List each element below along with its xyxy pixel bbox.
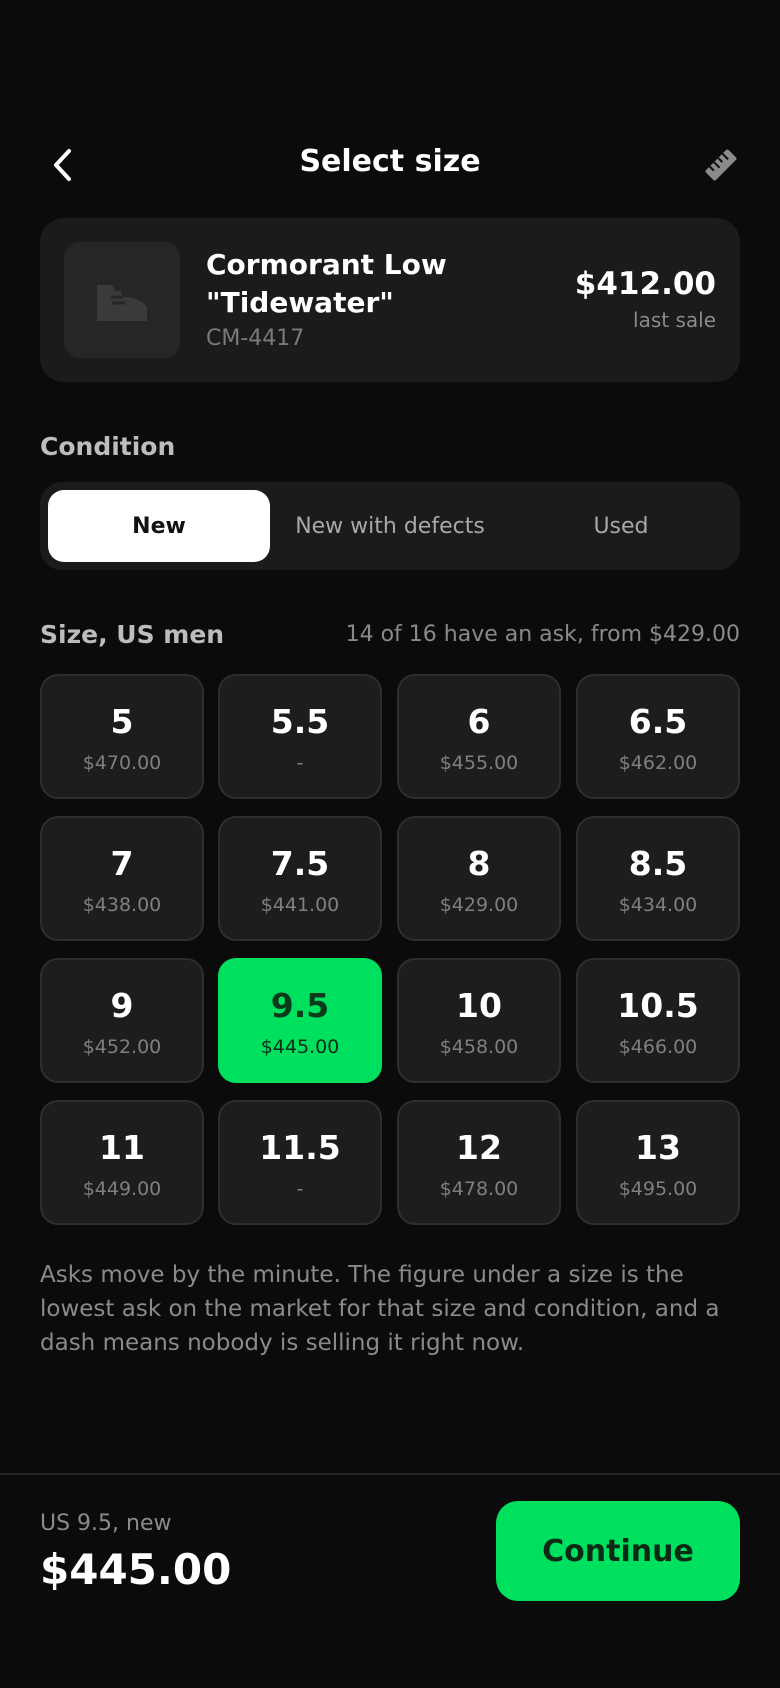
size-tile-7[interactable]: 7 $438.00 [40, 816, 204, 941]
size-tile-10[interactable]: 10 $458.00 [397, 958, 561, 1083]
size-tile-9[interactable]: 9 $452.00 [40, 958, 204, 1083]
size-number: 8 [467, 844, 491, 883]
header: Select size [0, 130, 780, 200]
condition-option-used[interactable]: Used [510, 490, 732, 562]
size-number: 11 [99, 1128, 145, 1167]
size-tile-13[interactable]: 13 $495.00 [576, 1100, 740, 1225]
condition-option-new-with-defects[interactable]: New with defects [279, 490, 501, 562]
page-title: Select size [299, 144, 481, 179]
size-tile-8[interactable]: 8 $429.00 [397, 816, 561, 941]
product-thumbnail [64, 242, 180, 358]
size-number: 13 [635, 1128, 681, 1167]
size-guide-button[interactable] [698, 142, 744, 188]
size-number: 11.5 [259, 1128, 341, 1167]
pricing-note: Asks move by the minute. The figure unde… [40, 1262, 720, 1356]
size-select-screen: Select size Cormorant Low "Tidewater" CM… [0, 0, 780, 1688]
selection-summary: US 9.5, new [40, 1511, 172, 1536]
size-label: Size, US men [40, 620, 225, 649]
size-lowest-ask: $455.00 [439, 752, 519, 774]
ruler-icon [705, 149, 737, 181]
size-tile-11-5[interactable]: 11.5 - [218, 1100, 382, 1225]
size-lowest-ask: $429.00 [439, 894, 519, 916]
size-lowest-ask: $466.00 [618, 1036, 698, 1058]
size-tile-6[interactable]: 6 $455.00 [397, 674, 561, 799]
size-tile-5-5[interactable]: 5.5 - [218, 674, 382, 799]
size-tile-8-5[interactable]: 8.5 $434.00 [576, 816, 740, 941]
size-tile-6-5[interactable]: 6.5 $462.00 [576, 674, 740, 799]
size-number: 5.5 [270, 702, 330, 741]
size-lowest-ask: $470.00 [82, 752, 162, 774]
size-number: 7 [110, 844, 134, 883]
size-lowest-ask: $495.00 [618, 1178, 698, 1200]
size-lowest-ask: $458.00 [439, 1036, 519, 1058]
size-number: 6 [467, 702, 491, 741]
size-availability-meta: 14 of 16 have an ask, from $429.00 [345, 622, 740, 647]
size-number: 10 [456, 986, 502, 1025]
size-number: 8.5 [628, 844, 688, 883]
product-card: Cormorant Low "Tidewater" CM-4417 $412.0… [40, 218, 740, 382]
size-number: 5 [110, 702, 134, 741]
size-number: 6.5 [628, 702, 688, 741]
checkout-footer: US 9.5, new $445.00 Continue [0, 1473, 780, 1688]
size-number: 9 [110, 986, 134, 1025]
size-tile-5[interactable]: 5 $470.00 [40, 674, 204, 799]
size-lowest-ask: $441.00 [260, 894, 340, 916]
condition-option-new[interactable]: New [48, 490, 270, 562]
size-lowest-ask: $438.00 [82, 894, 162, 916]
size-lowest-ask: - [296, 1178, 304, 1200]
sneaker-icon [97, 285, 147, 321]
size-lowest-ask: $449.00 [82, 1178, 162, 1200]
condition-label: Condition [40, 432, 176, 461]
size-lowest-ask: $452.00 [82, 1036, 162, 1058]
size-tile-9-5-selected[interactable]: 9.5 $445.00 [218, 958, 382, 1083]
size-tile-12[interactable]: 12 $478.00 [397, 1100, 561, 1225]
size-number: 9.5 [270, 986, 330, 1025]
size-number: 10.5 [617, 986, 699, 1025]
size-lowest-ask: $462.00 [618, 752, 698, 774]
last-sale-price: $412.00 [574, 266, 716, 302]
condition-segmented-control: New New with defects Used [40, 482, 740, 570]
continue-button[interactable]: Continue [496, 1501, 740, 1601]
last-sale-caption: last sale [633, 308, 716, 332]
size-tile-7-5[interactable]: 7.5 $441.00 [218, 816, 382, 941]
size-number: 7.5 [270, 844, 330, 883]
product-sku: CM-4417 [206, 326, 305, 351]
size-lowest-ask: $434.00 [618, 894, 698, 916]
selection-price: $445.00 [40, 1545, 232, 1594]
size-tile-10-5[interactable]: 10.5 $466.00 [576, 958, 740, 1083]
size-lowest-ask: $478.00 [439, 1178, 519, 1200]
size-lowest-ask: - [296, 752, 304, 774]
size-tile-11[interactable]: 11 $449.00 [40, 1100, 204, 1225]
size-number: 12 [456, 1128, 502, 1167]
size-lowest-ask: $445.00 [260, 1036, 340, 1058]
product-name: Cormorant Low "Tidewater" [206, 248, 447, 319]
